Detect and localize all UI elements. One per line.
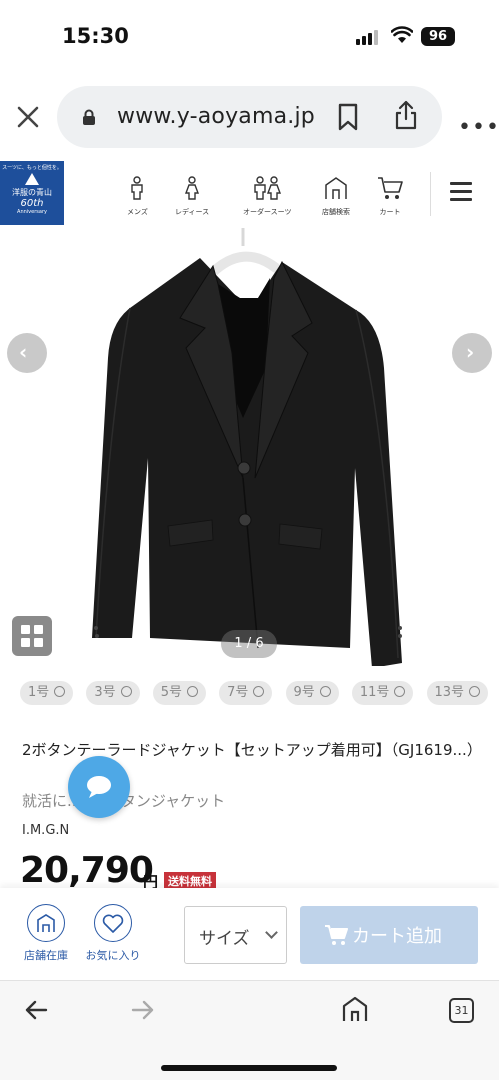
stock-circle-icon	[54, 686, 66, 697]
nav-store-search[interactable]: 店舗検索	[322, 176, 350, 217]
more-options-icon[interactable]: •••	[458, 115, 499, 140]
size-chip[interactable]: 13号	[426, 681, 489, 705]
image-counter: 1 / 6	[221, 630, 277, 658]
size-select[interactable]: サイズ	[184, 906, 287, 964]
bookmark-icon[interactable]	[337, 103, 359, 135]
man-icon	[131, 176, 144, 200]
product-image	[92, 228, 402, 666]
stock-circle-icon	[469, 686, 481, 697]
site-header: スーツに、もっと個性を。 洋服の青山 60th Anniversary メンズ …	[0, 160, 499, 228]
nav-mens[interactable]: メンズ	[127, 176, 148, 217]
status-bar: 15:30 96	[0, 0, 499, 72]
product-brand: I.M.G.N	[22, 823, 70, 838]
stock-circle-icon	[187, 686, 199, 697]
product-price: 20,790	[20, 850, 154, 891]
logo-mark-icon	[25, 173, 39, 185]
cart-icon	[325, 925, 348, 945]
url-text: www.y-aoyama.jp	[117, 104, 315, 129]
size-chip[interactable]: 7号	[219, 681, 273, 705]
home-icon[interactable]	[342, 996, 368, 1026]
nav-ladies[interactable]: レディース	[175, 176, 209, 217]
size-chip[interactable]: 9号	[285, 681, 339, 705]
browser-url-row: www.y-aoyama.jp •••	[0, 85, 499, 149]
size-chip[interactable]: 3号	[86, 681, 140, 705]
back-icon[interactable]	[24, 999, 48, 1025]
browser-toolbar: 31	[0, 980, 499, 1080]
chat-button[interactable]	[68, 756, 130, 818]
add-to-cart-button[interactable]: カート追加	[300, 906, 478, 964]
chevron-left-icon: ‹	[19, 340, 28, 364]
header-divider	[430, 172, 431, 216]
store-icon	[37, 914, 55, 932]
size-chip[interactable]: 1号	[20, 681, 74, 705]
tabs-button[interactable]: 31	[449, 998, 474, 1023]
nav-cart[interactable]: カート	[377, 176, 403, 217]
couple-icon	[254, 176, 282, 200]
chat-icon	[87, 776, 111, 798]
menu-icon[interactable]	[450, 182, 472, 201]
size-chip[interactable]: 11号	[351, 681, 414, 705]
product-action-bar: 店舗在庫 お気に入り サイズ カート追加	[0, 888, 499, 980]
woman-icon	[185, 176, 200, 200]
prev-image-button[interactable]: ‹	[7, 333, 47, 373]
forward-icon[interactable]	[131, 999, 155, 1025]
close-icon[interactable]	[14, 103, 42, 131]
favorite-button[interactable]: お気に入り	[80, 904, 146, 963]
heart-icon	[102, 914, 124, 933]
size-chip[interactable]: 5号	[152, 681, 207, 705]
share-icon[interactable]	[394, 100, 418, 134]
product-gallery[interactable]: ‹ › 1 / 6	[0, 228, 499, 666]
stock-circle-icon	[394, 686, 406, 697]
store-icon	[325, 177, 347, 199]
chevron-right-icon: ›	[466, 340, 475, 364]
home-indicator	[161, 1065, 337, 1071]
stock-circle-icon	[253, 686, 265, 697]
clock: 15:30	[62, 24, 129, 48]
signal-icon	[356, 30, 380, 45]
nav-order-suits[interactable]: オーダースーツ	[243, 176, 292, 217]
address-bar[interactable]: www.y-aoyama.jp	[57, 86, 442, 148]
stock-circle-icon	[319, 686, 331, 697]
thumbnail-grid-button[interactable]	[12, 616, 52, 656]
site-logo[interactable]: スーツに、もっと個性を。 洋服の青山 60th Anniversary	[0, 161, 64, 225]
stock-circle-icon	[120, 686, 132, 697]
battery-icon: 96	[421, 27, 455, 46]
store-stock-button[interactable]: 店舗在庫	[20, 904, 72, 963]
next-image-button[interactable]: ›	[452, 333, 492, 373]
wifi-icon	[390, 26, 414, 48]
chevron-down-icon	[265, 926, 278, 939]
size-chips: 1号 3号 5号 7号 9号 11号 13号	[20, 681, 499, 707]
lock-icon	[82, 109, 96, 130]
cart-icon	[378, 177, 403, 199]
